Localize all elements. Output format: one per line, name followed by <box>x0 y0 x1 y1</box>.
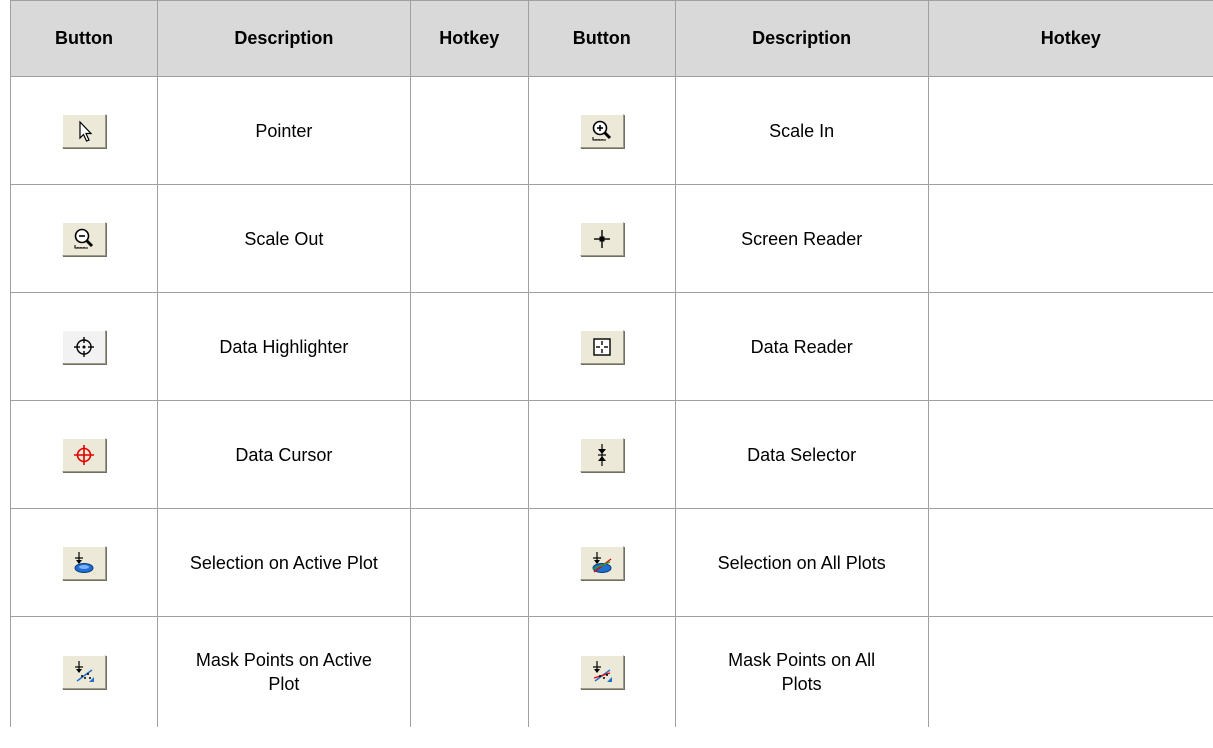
button-cell <box>527 508 676 617</box>
button-cell <box>10 292 158 401</box>
description-cell: Data Cursor <box>156 400 411 509</box>
data-selector-button[interactable] <box>579 437 624 472</box>
description-text: Data Highlighter <box>219 336 349 357</box>
description-text: Screen Reader <box>741 228 863 249</box>
table-row: Selection on Active Plot Selection on Al… <box>10 508 1213 617</box>
header-description-left: Description <box>156 0 411 77</box>
button-cell <box>527 184 676 293</box>
description-text: Data Cursor <box>235 444 333 465</box>
hotkey-cell <box>927 616 1213 727</box>
hotkey-cell <box>927 400 1213 509</box>
selection-on-active-plot-button[interactable] <box>61 545 106 580</box>
data-highlighter-icon <box>73 336 94 357</box>
description-cell: Scale Out <box>156 184 411 293</box>
button-cell <box>10 616 158 727</box>
data-highlighter-button[interactable] <box>61 329 106 364</box>
description-cell: Scale In <box>674 76 929 185</box>
description-text: Data Selector <box>747 444 857 465</box>
pointer-icon <box>79 120 93 142</box>
description-cell: Selection on All Plots <box>674 508 929 617</box>
description-cell: Data Selector <box>674 400 929 509</box>
button-cell <box>10 184 158 293</box>
hotkey-cell <box>927 76 1213 185</box>
button-cell <box>10 76 158 185</box>
table-row: Mask Points on Active Plot Mask Points o… <box>10 616 1213 727</box>
description-cell: Pointer <box>156 76 411 185</box>
mask-points-on-active-plot-button[interactable] <box>61 654 106 689</box>
description-text: Mask Points on All Plots <box>728 649 876 694</box>
button-cell <box>527 400 676 509</box>
hotkey-cell <box>927 184 1213 293</box>
button-cell <box>527 292 676 401</box>
data-reader-icon <box>593 337 611 356</box>
scale-in-icon <box>592 120 611 140</box>
data-selector-icon <box>597 443 606 466</box>
button-cell <box>10 508 158 617</box>
button-cell <box>10 400 158 509</box>
description-cell: Mask Points on Active Plot <box>156 616 411 727</box>
description-cell: Data Highlighter <box>156 292 411 401</box>
selection-on-all-plots-button[interactable] <box>579 545 624 580</box>
description-text: Data Reader <box>750 336 853 357</box>
table-row: Data Highlighter Data Reader <box>10 292 1213 401</box>
table-row: Scale Out Screen Reader <box>10 184 1213 293</box>
header-row: Button Description Hotkey Button Descrip… <box>10 0 1213 77</box>
description-text: Selection on All Plots <box>717 552 886 573</box>
mask-points-on-all-plots-icon <box>592 660 612 682</box>
toolbar-buttons-table: Button Description Hotkey Button Descrip… <box>10 0 1213 727</box>
header-hotkey-right: Hotkey <box>927 0 1213 77</box>
data-reader-button[interactable] <box>579 329 624 364</box>
description-text: Mask Points on Active Plot <box>195 649 372 694</box>
scale-out-icon <box>74 228 94 248</box>
hotkey-cell <box>927 292 1213 401</box>
hotkey-cell <box>409 184 529 293</box>
screen-reader-button[interactable] <box>579 221 624 256</box>
data-cursor-icon <box>73 444 94 465</box>
hotkey-cell <box>409 400 529 509</box>
pointer-button[interactable] <box>61 113 106 148</box>
description-cell: Mask Points on All Plots <box>674 616 929 727</box>
button-cell <box>527 616 676 727</box>
button-cell <box>527 76 676 185</box>
scale-in-button[interactable] <box>579 113 624 148</box>
description-cell: Data Reader <box>674 292 929 401</box>
description-cell: Screen Reader <box>674 184 929 293</box>
selection-on-active-plot-icon <box>74 551 94 573</box>
mask-points-on-all-plots-button[interactable] <box>579 654 624 689</box>
data-cursor-button[interactable] <box>61 437 106 472</box>
description-text: Pointer <box>255 120 313 141</box>
description-text: Scale Out <box>244 228 324 249</box>
description-cell: Selection on Active Plot <box>156 508 411 617</box>
header-button-left: Button <box>10 0 158 77</box>
hotkey-cell <box>409 508 529 617</box>
description-text: Selection on Active Plot <box>189 552 378 573</box>
hotkey-cell <box>409 616 529 727</box>
screen-reader-icon <box>593 229 610 248</box>
hotkey-cell <box>927 508 1213 617</box>
hotkey-cell <box>409 76 529 185</box>
selection-on-all-plots-icon <box>592 551 612 573</box>
hotkey-cell <box>409 292 529 401</box>
description-text: Scale In <box>769 120 835 141</box>
header-hotkey-left: Hotkey <box>409 0 529 77</box>
header-description-right: Description <box>674 0 929 77</box>
header-button-right: Button <box>527 0 676 77</box>
mask-points-on-active-plot-icon <box>74 660 94 682</box>
scale-out-button[interactable] <box>61 221 106 256</box>
table-row: Data Cursor Data Selector <box>10 400 1213 509</box>
table-row: Pointer Scale In <box>10 76 1213 185</box>
